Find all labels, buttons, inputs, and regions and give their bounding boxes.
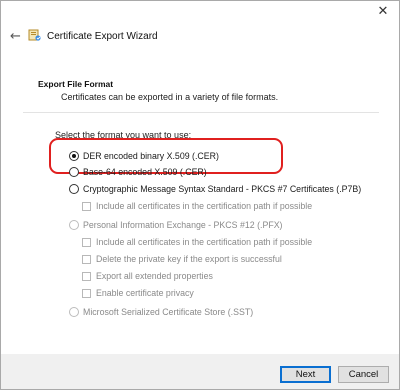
radio-sst[interactable] xyxy=(69,307,79,317)
wizard-content: Export File Format Certificates can be e… xyxy=(23,68,379,348)
option-pkcs7-label: Cryptographic Message Syntax Standard - … xyxy=(83,184,362,194)
option-pfx-delete-key-label: Delete the private key if the export is … xyxy=(96,254,282,264)
checkbox-pfx-include[interactable] xyxy=(82,237,91,247)
option-sst-label: Microsoft Serialized Certificate Store (… xyxy=(83,307,254,317)
radio-der[interactable] xyxy=(69,151,79,161)
option-pfx-include[interactable]: Include all certificates in the certific… xyxy=(82,237,312,247)
window-title: Certificate Export Wizard xyxy=(47,31,158,42)
checkbox-pfx-delete-key[interactable] xyxy=(82,254,91,264)
checkbox-pkcs7-include[interactable] xyxy=(82,201,91,211)
option-pkcs7[interactable]: Cryptographic Message Syntax Standard - … xyxy=(69,184,361,194)
option-base64-label: Base-64 encoded X.509 (.CER) xyxy=(83,167,207,177)
section-description: Certificates can be exported in a variet… xyxy=(61,92,279,102)
header-divider xyxy=(23,112,379,113)
option-pfx-label: Personal Information Exchange - PKCS #12… xyxy=(83,220,283,230)
close-icon[interactable]: ✕ xyxy=(375,5,391,21)
radio-pkcs7[interactable] xyxy=(69,184,79,194)
certificate-wizard-icon xyxy=(28,29,41,41)
option-pfx-include-label: Include all certificates in the certific… xyxy=(96,237,313,247)
option-pfx-privacy-label: Enable certificate privacy xyxy=(96,288,194,298)
next-button[interactable]: Next xyxy=(280,366,331,383)
option-der[interactable]: DER encoded binary X.509 (.CER) xyxy=(69,151,219,161)
section-title: Export File Format xyxy=(38,79,114,89)
radio-base64[interactable] xyxy=(69,167,79,177)
option-pfx-privacy[interactable]: Enable certificate privacy xyxy=(82,288,194,298)
checkbox-pfx-export-props[interactable] xyxy=(82,271,91,281)
option-pkcs7-include[interactable]: Include all certificates in the certific… xyxy=(82,201,312,211)
page-header: Export File Format Certificates can be e… xyxy=(23,68,379,112)
option-pfx[interactable]: Personal Information Exchange - PKCS #12… xyxy=(69,220,283,230)
option-sst[interactable]: Microsoft Serialized Certificate Store (… xyxy=(69,307,253,317)
option-pfx-export-props[interactable]: Export all extended properties xyxy=(82,271,213,281)
option-pfx-export-props-label: Export all extended properties xyxy=(96,271,213,281)
radio-pfx[interactable] xyxy=(69,220,79,230)
back-arrow-icon[interactable]: ← xyxy=(10,29,21,44)
option-der-label: DER encoded binary X.509 (.CER) xyxy=(83,151,219,161)
checkbox-pfx-privacy[interactable] xyxy=(82,288,91,298)
cancel-button[interactable]: Cancel xyxy=(338,366,389,383)
wizard-window: ✕ ← Certificate Export Wizard Export Fil… xyxy=(0,0,400,390)
option-pkcs7-include-label: Include all certificates in the certific… xyxy=(96,201,313,211)
option-pfx-delete-key[interactable]: Delete the private key if the export is … xyxy=(82,254,282,264)
option-base64[interactable]: Base-64 encoded X.509 (.CER) xyxy=(69,167,207,177)
